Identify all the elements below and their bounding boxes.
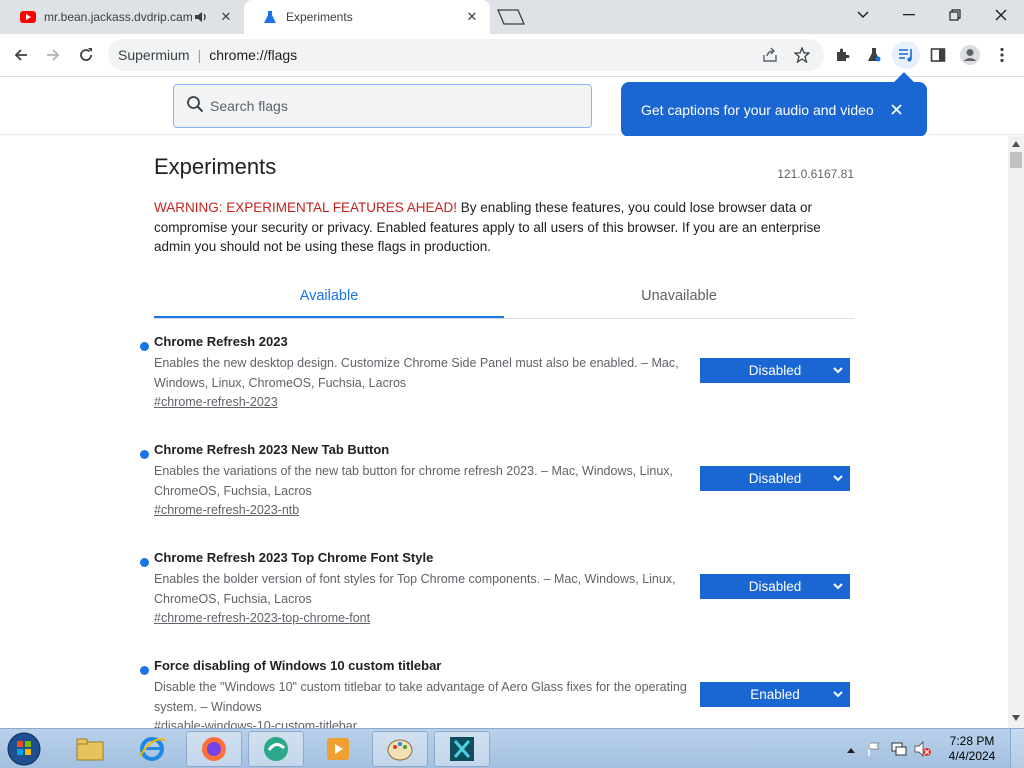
youtube-icon [20, 9, 36, 25]
speaker-icon[interactable] [192, 11, 210, 23]
taskbar: 7:28 PM 4/4/2024 [0, 728, 1024, 768]
url-text: chrome://flags [209, 47, 298, 63]
flag-state-select[interactable]: Enabled [700, 682, 850, 707]
scroll-up-arrow-icon [1012, 141, 1020, 147]
flag-name: Chrome Refresh 2023 Top Chrome Font Styl… [154, 550, 434, 565]
chevron-down-icon [833, 583, 843, 590]
flag-state-value: Disabled [748, 471, 802, 486]
side-panel-icon[interactable] [924, 41, 952, 69]
flag-state-select[interactable]: Disabled [700, 358, 850, 383]
paint-icon[interactable] [372, 731, 428, 767]
tab-title: Experiments [286, 10, 353, 24]
tab-search-button[interactable] [840, 0, 886, 30]
flag-description: Enables the variations of the new tab bu… [154, 464, 674, 498]
firefox-icon[interactable] [186, 731, 242, 767]
flag-state-select[interactable]: Disabled [700, 466, 850, 491]
chevron-down-icon [833, 691, 843, 698]
flag-item: Force disabling of Windows 10 custom tit… [140, 658, 854, 728]
internet-explorer-icon[interactable] [124, 731, 180, 767]
extensions-icon[interactable] [828, 41, 856, 69]
flag-modified-dot [140, 450, 149, 459]
flag-state-value: Enabled [750, 687, 800, 702]
warning-text: WARNING: EXPERIMENTAL FEATURES AHEAD! By… [154, 198, 854, 257]
action-center-flag-icon[interactable] [866, 741, 882, 757]
separator: | [197, 47, 202, 63]
flag-item: Chrome Refresh 2023 New Tab Button Enabl… [140, 442, 854, 542]
media-player-icon[interactable] [310, 731, 366, 767]
flag-modified-dot [140, 342, 149, 351]
flag-name: Chrome Refresh 2023 [154, 334, 288, 349]
search-input[interactable] [210, 98, 570, 114]
network-icon[interactable] [890, 741, 908, 757]
restore-button[interactable] [932, 0, 978, 30]
close-tab-icon[interactable]: ✕ [462, 7, 482, 27]
flag-link[interactable]: #chrome-refresh-2023-top-chrome-font [154, 611, 370, 625]
site-name: Supermium [118, 47, 190, 63]
flags-tabs: Available Unavailable [154, 279, 854, 319]
chevron-down-icon [833, 367, 843, 374]
tab-unavailable[interactable]: Unavailable [504, 279, 854, 318]
profile-avatar-icon[interactable] [956, 41, 984, 69]
toolbar: Supermium | chrome://flags [0, 34, 1024, 77]
forward-button[interactable] [39, 41, 67, 69]
bookmark-star-icon[interactable] [788, 41, 816, 69]
close-window-button[interactable] [978, 0, 1024, 30]
tab-strip: mr.bean.jackass.dvdrip.camr ✕ Experiment… [0, 0, 1024, 34]
menu-kebab-icon[interactable] [988, 41, 1016, 69]
flag-name: Chrome Refresh 2023 New Tab Button [154, 442, 390, 457]
back-button[interactable] [7, 41, 35, 69]
flag-description: Enables the new desktop design. Customiz… [154, 356, 679, 390]
close-icon[interactable] [887, 100, 905, 118]
chevron-down-icon [833, 475, 843, 482]
start-button[interactable] [4, 730, 44, 768]
tab-available[interactable]: Available [154, 279, 504, 318]
flag-modified-dot [140, 558, 149, 567]
clock-date: 4/4/2024 [948, 749, 996, 763]
minimize-button[interactable] [886, 0, 932, 30]
flag-state-value: Disabled [748, 579, 802, 594]
share-icon[interactable] [756, 41, 784, 69]
flag-link[interactable]: #chrome-refresh-2023-ntb [154, 503, 299, 517]
labs-flask-icon[interactable] [860, 41, 888, 69]
captions-promo-bubble: Get captions for your audio and video [621, 82, 927, 137]
flask-icon [262, 9, 278, 25]
file-explorer-icon[interactable] [62, 731, 118, 767]
tab-title: mr.bean.jackass.dvdrip.camr [44, 10, 192, 24]
show-desktop-button[interactable] [1010, 729, 1024, 768]
clock-time: 7:28 PM [949, 734, 995, 748]
search-box[interactable] [173, 84, 592, 128]
reload-button[interactable] [72, 41, 100, 69]
tab-youtube[interactable]: mr.bean.jackass.dvdrip.camr ✕ [0, 0, 244, 34]
visual-studio-icon[interactable] [434, 731, 490, 767]
address-bar[interactable]: Supermium | chrome://flags [108, 39, 824, 71]
captions-promo-text: Get captions for your audio and video [641, 101, 874, 118]
app-icon[interactable] [248, 731, 304, 767]
warning-prefix: WARNING: EXPERIMENTAL FEATURES AHEAD! [154, 200, 458, 215]
flag-description: Enables the bolder version of font style… [154, 572, 676, 606]
scrollbar-thumb[interactable] [1010, 152, 1022, 168]
page-title: Experiments [154, 154, 277, 179]
flags-page: Experiments 121.0.6167.81 WARNING: EXPER… [0, 136, 1008, 728]
flag-state-select[interactable]: Disabled [700, 574, 850, 599]
vertical-scrollbar[interactable] [1008, 136, 1024, 728]
flag-modified-dot [140, 666, 149, 675]
close-tab-icon[interactable]: ✕ [216, 7, 236, 27]
tab-experiments[interactable]: Experiments ✕ [244, 0, 490, 34]
volume-muted-icon[interactable] [914, 741, 932, 757]
flag-link[interactable]: #chrome-refresh-2023 [154, 395, 278, 409]
system-clock[interactable]: 7:28 PM 4/4/2024 [944, 734, 1000, 764]
flag-item: Chrome Refresh 2023 Enables the new desk… [140, 334, 854, 434]
media-controls-icon[interactable] [892, 41, 920, 69]
search-icon [186, 95, 204, 118]
version-label: 121.0.6167.81 [777, 167, 854, 181]
flag-state-value: Disabled [748, 363, 802, 378]
tray-expand-icon[interactable] [846, 743, 856, 753]
new-tab-button[interactable] [496, 8, 526, 26]
flag-item: Chrome Refresh 2023 Top Chrome Font Styl… [140, 550, 854, 650]
flag-link[interactable]: #disable-windows-10-custom-titlebar [154, 719, 357, 728]
scroll-down-arrow-icon [1012, 715, 1020, 721]
flag-description: Disable the "Windows 10" custom titlebar… [154, 680, 687, 714]
flag-name: Force disabling of Windows 10 custom tit… [154, 658, 442, 673]
